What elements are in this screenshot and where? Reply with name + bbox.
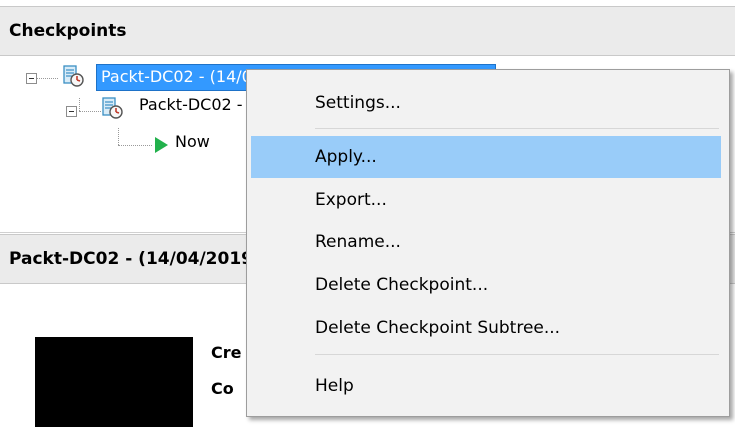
checkpoint-icon [62,65,84,87]
tree-connector [36,78,58,79]
tree-connector [79,111,101,112]
tree-node-now-label[interactable]: Now [175,132,210,151]
vm-thumbnail [35,337,193,427]
collapse-node2-icon[interactable] [66,106,77,117]
menu-item-delete-checkpoint[interactable]: Delete Checkpoint... [251,264,721,306]
menu-separator [315,354,719,355]
menu-separator [315,128,719,129]
menu-item-delete-checkpoint-subtree[interactable]: Delete Checkpoint Subtree... [251,307,721,349]
collapse-node1-icon[interactable] [26,73,37,84]
tree-connector [118,145,152,146]
menu-item-rename[interactable]: Rename... [251,221,721,263]
menu-item-help[interactable]: Help [251,365,721,407]
checkpoint-icon [101,97,123,119]
checkpoints-header: Checkpoints [0,6,735,56]
play-icon [155,137,168,153]
checkpoints-title: Checkpoints [9,21,127,41]
context-menu: Settings... Apply... Export... Rename...… [246,69,730,417]
tree-connector [79,98,80,111]
menu-item-export[interactable]: Export... [251,179,721,221]
tree-connector [118,128,119,145]
menu-item-settings[interactable]: Settings... [251,82,721,124]
configuration-label: Co [211,379,234,398]
created-label: Cre [211,343,242,362]
menu-item-apply[interactable]: Apply... [251,136,721,178]
